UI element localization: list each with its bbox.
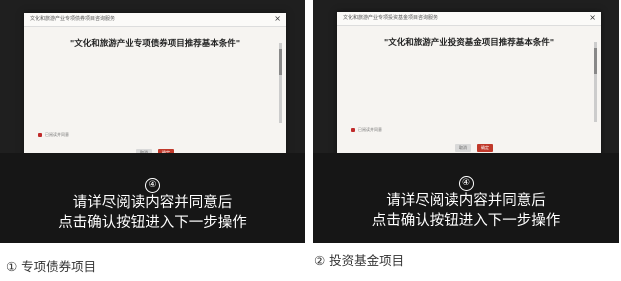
agree-label: 已阅读并同意	[358, 127, 382, 132]
modal-scrollbar[interactable]	[594, 42, 597, 122]
step-number-badge: ④	[458, 176, 474, 191]
modal-scrollbar[interactable]	[279, 43, 282, 123]
modal-header: 文化和旅游产业专项投资基金项目咨询服务 ×	[337, 12, 601, 26]
scrollbar-thumb[interactable]	[279, 49, 282, 75]
close-icon[interactable]: ×	[589, 13, 596, 22]
conditions-modal: 文化和旅游产业专项投资基金项目咨询服务 × "文化和旅游产业投资基金项目推荐基本…	[337, 12, 601, 160]
close-icon[interactable]: ×	[274, 14, 281, 23]
agree-checkbox[interactable]	[351, 128, 355, 132]
step-annotation: ④ 请详尽阅读内容并同意后 点击确认按钮进入下一步操作	[0, 172, 305, 233]
modal-body-text	[347, 52, 587, 124]
instruction-line-1: 请详尽阅读内容并同意后	[72, 195, 233, 211]
modal-header: 文化和旅游产业专项债券项目咨询服务 ×	[24, 13, 286, 27]
modal-header-title: 文化和旅游产业专项投资基金项目咨询服务	[343, 15, 439, 21]
confirm-button[interactable]: 确定	[477, 144, 493, 152]
step-number-badge: ④	[145, 178, 160, 193]
cancel-button[interactable]: 取消	[455, 144, 471, 152]
agree-checkbox[interactable]	[38, 133, 42, 137]
modal-title: "文化和旅游产业投资基金项目推荐基本条件"	[383, 38, 555, 48]
instruction-line-1: 请详尽阅读内容并同意后	[386, 193, 546, 209]
agree-label: 已阅读并同意	[45, 132, 69, 137]
instruction-line-2: 点击确认按钮进入下一步操作	[371, 213, 561, 229]
modal-header-title: 文化和旅游产业专项债券项目咨询服务	[30, 16, 116, 22]
screenshot-panel-fund: 文化和旅游产业专项投资基金项目咨询服务 × "文化和旅游产业投资基金项目推荐基本…	[313, 0, 619, 243]
caption-fund: ② 投资基金项目	[314, 253, 405, 268]
modal-body-text	[34, 53, 272, 125]
conditions-modal: 文化和旅游产业专项债券项目咨询服务 × "文化和旅游产业专项债券项目推荐基本条件…	[24, 13, 286, 163]
step-annotation: ④ 请详尽阅读内容并同意后 点击确认按钮进入下一步操作	[313, 170, 619, 231]
modal-title: "文化和旅游产业专项债券项目推荐基本条件"	[69, 39, 241, 49]
instruction-line-2: 点击确认按钮进入下一步操作	[58, 215, 247, 231]
caption-bond: ① 专项债券项目	[6, 259, 97, 274]
screenshot-panel-bond: 文化和旅游产业专项债券项目咨询服务 × "文化和旅游产业专项债券项目推荐基本条件…	[0, 0, 305, 243]
scrollbar-thumb[interactable]	[594, 48, 597, 74]
